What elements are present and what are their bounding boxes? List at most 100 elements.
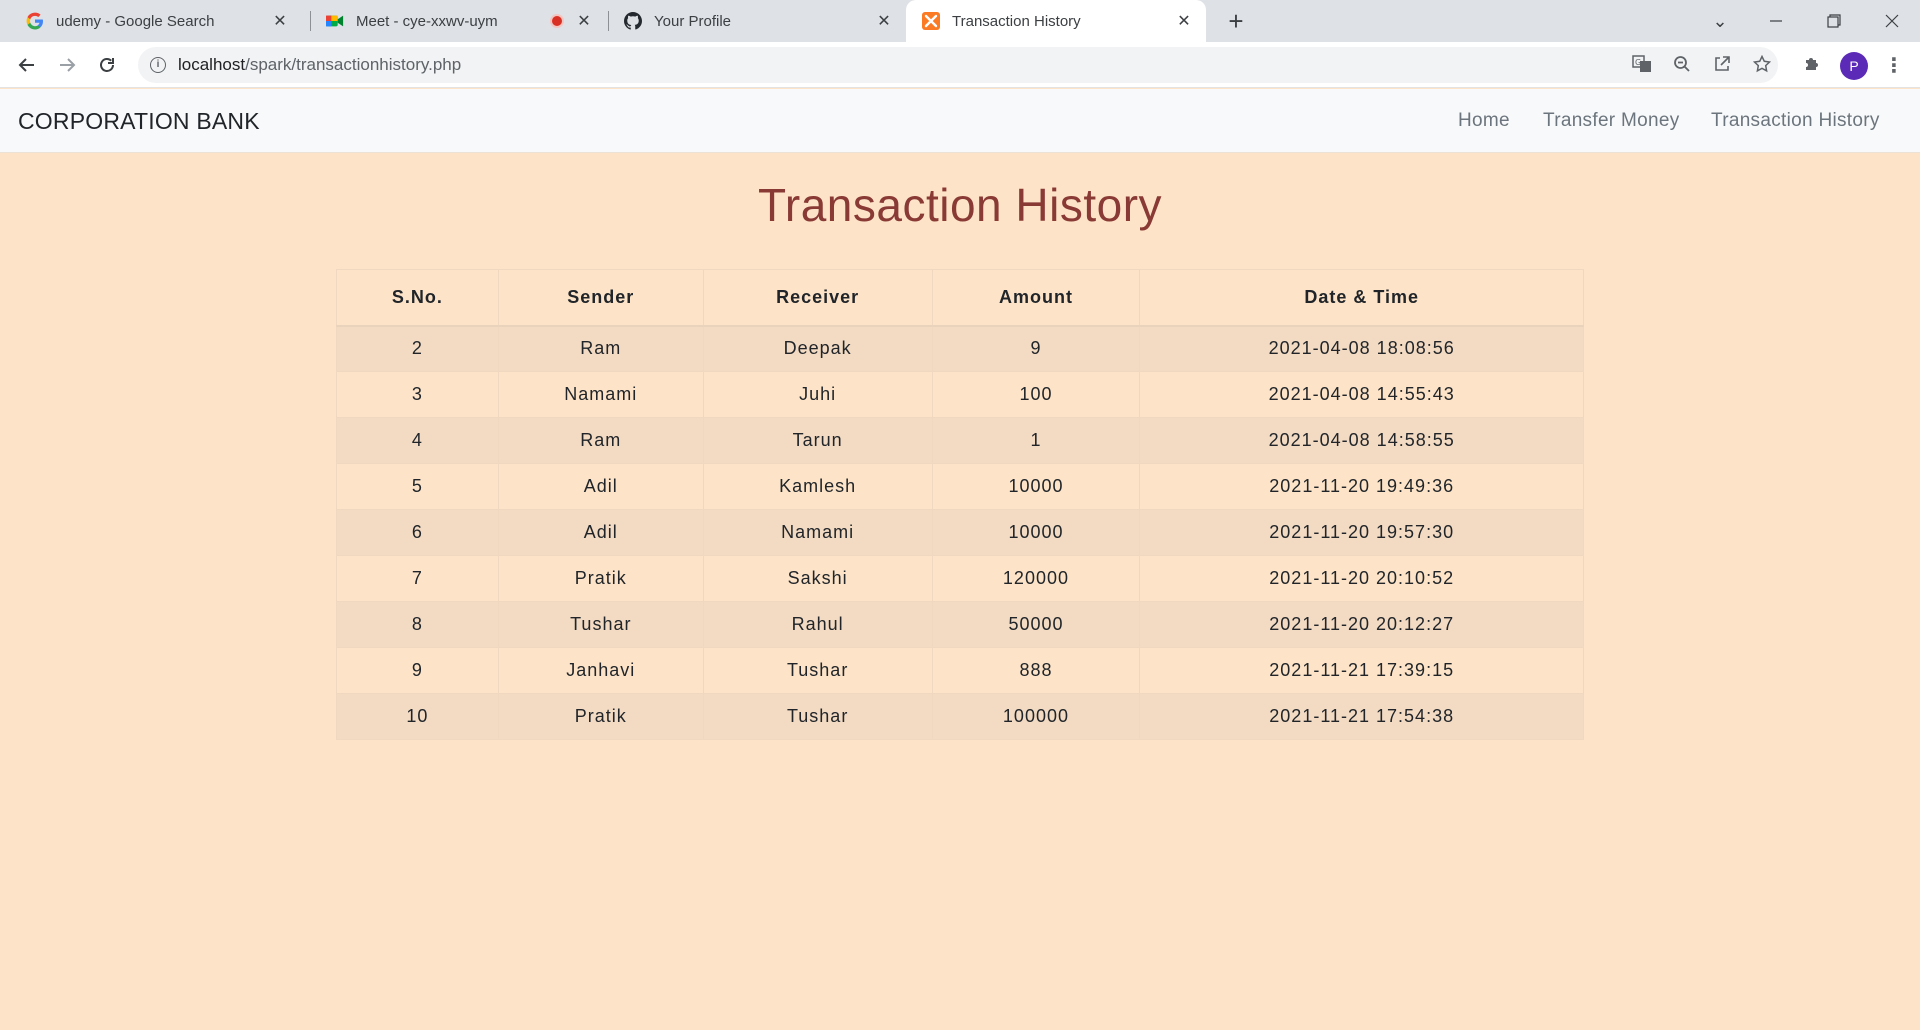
bookmark-star-icon[interactable] [1748, 50, 1776, 78]
cell-amount: 100000 [931, 693, 1141, 740]
table-row: 10 Pratik Tushar 100000 2021-11-21 17:54:38 [336, 693, 1584, 740]
brand-logo[interactable]: CORPORATION BANK [18, 108, 260, 135]
cell-amount: 10000 [931, 463, 1141, 510]
tab-title: udemy - Google Search [56, 12, 215, 30]
close-window-icon[interactable] [1864, 0, 1920, 42]
tab-title: Meet - cye-xxwv-uym [356, 12, 498, 30]
column-header-amount: Amount [931, 269, 1141, 327]
cell-sender: Tushar [497, 601, 704, 648]
cell-sender: Adil [497, 509, 704, 556]
table-row: 8 Tushar Rahul 50000 2021-11-20 20:12:27 [336, 601, 1584, 648]
menu-kebab-icon[interactable]: ⋮ [1882, 50, 1906, 80]
cell-amount: 100 [931, 371, 1141, 418]
nav-home-link[interactable]: Home [1458, 110, 1510, 132]
tab-meet[interactable]: Meet - cye-xxwv-uym ✕ [300, 0, 606, 42]
column-header-sender: Sender [497, 269, 704, 327]
table-row: 7 Pratik Sakshi 120000 2021-11-20 20:10:52 [336, 555, 1584, 602]
cell-amount: 10000 [931, 509, 1141, 556]
cell-receiver: Tushar [702, 693, 933, 740]
share-icon[interactable] [1708, 50, 1736, 78]
cell-date-time: 2021-11-20 19:49:36 [1139, 463, 1584, 510]
cell-sender: Namami [497, 371, 704, 418]
cell-sno: 9 [336, 647, 499, 694]
forward-arrow-icon[interactable] [52, 50, 82, 80]
cell-date-time: 2021-11-20 19:57:30 [1139, 509, 1584, 556]
tab-your-profile[interactable]: Your Profile ✕ [598, 0, 906, 42]
cell-date-time: 2021-04-08 18:08:56 [1139, 325, 1584, 372]
cell-sender: Ram [497, 325, 704, 372]
tab-google-search[interactable]: udemy - Google Search ✕ [0, 0, 302, 42]
close-icon[interactable]: ✕ [268, 9, 292, 33]
cell-sno: 4 [336, 417, 499, 464]
cell-receiver: Rahul [702, 601, 933, 648]
column-header-sno: S.No. [336, 269, 499, 327]
column-header-date-time: Date & Time [1139, 269, 1584, 327]
cell-date-time: 2021-11-20 20:10:52 [1139, 555, 1584, 602]
close-icon[interactable]: ✕ [572, 9, 596, 33]
page-title: Transaction History [757, 179, 1163, 231]
cell-sno: 3 [336, 371, 499, 418]
cell-date-time: 2021-04-08 14:58:55 [1139, 417, 1584, 464]
extensions-puzzle-icon[interactable] [1798, 50, 1826, 78]
new-tab-button[interactable]: + [1222, 6, 1250, 36]
google-icon [26, 12, 44, 30]
xampp-icon [922, 12, 940, 30]
cell-sender: Ram [497, 417, 704, 464]
cell-sender: Pratik [497, 693, 704, 740]
cell-sno: 5 [336, 463, 499, 510]
cell-sno: 6 [336, 509, 499, 556]
cell-amount: 888 [931, 647, 1141, 694]
meet-icon [326, 12, 344, 30]
cell-date-time: 2021-11-21 17:39:15 [1139, 647, 1584, 694]
nav-transfer-money-link[interactable]: Transfer Money [1543, 110, 1680, 132]
cell-sno: 2 [336, 325, 499, 372]
profile-avatar[interactable]: P [1840, 52, 1868, 80]
cell-amount: 9 [931, 325, 1141, 372]
table-row: 6 Adil Namami 10000 2021-11-20 19:57:30 [336, 509, 1584, 556]
close-icon[interactable]: ✕ [1172, 9, 1196, 33]
cell-sno: 10 [336, 693, 499, 740]
tab-title: Your Profile [654, 12, 731, 30]
cell-receiver: Kamlesh [702, 463, 933, 510]
nav-transaction-history-link[interactable]: Transaction History [1711, 110, 1880, 132]
cell-date-time: 2021-11-21 17:54:38 [1139, 693, 1584, 740]
translate-icon[interactable]: G [1628, 50, 1656, 78]
address-url: localhost/spark/transactionhistory.php [178, 55, 462, 74]
site-info-icon[interactable]: i [150, 57, 166, 73]
table-header-row: S.No. Sender Receiver Amount Date & Time [336, 269, 1584, 327]
tab-transaction-history[interactable]: Transaction History ✕ [906, 0, 1206, 42]
cell-sender: Adil [497, 463, 704, 510]
recording-indicator-icon [550, 14, 564, 28]
cell-amount: 120000 [931, 555, 1141, 602]
cell-receiver: Namami [702, 509, 933, 556]
cell-amount: 50000 [931, 601, 1141, 648]
restore-icon[interactable] [1806, 0, 1862, 42]
zoom-out-icon[interactable] [1668, 50, 1696, 78]
cell-receiver: Sakshi [702, 555, 933, 602]
cell-sno: 7 [336, 555, 499, 602]
browser-tab-strip: udemy - Google Search ✕ Meet - cye-xxwv-… [0, 0, 1920, 42]
cell-receiver: Juhi [702, 371, 933, 418]
cell-date-time: 2021-11-20 20:12:27 [1139, 601, 1584, 648]
cell-sender: Pratik [497, 555, 704, 602]
cell-sender: Janhavi [497, 647, 704, 694]
table-row: 9 Janhavi Tushar 888 2021-11-21 17:39:15 [336, 647, 1584, 694]
cell-date-time: 2021-04-08 14:55:43 [1139, 371, 1584, 418]
svg-text:G: G [1635, 58, 1641, 67]
address-bar[interactable]: i localhost/spark/transactionhistory.php [138, 47, 1778, 83]
minimize-icon[interactable] [1748, 0, 1804, 42]
cell-receiver: Tarun [702, 417, 933, 464]
table-row: 5 Adil Kamlesh 10000 2021-11-20 19:49:36 [336, 463, 1584, 510]
tab-search-chevron-icon[interactable]: ⌄ [1692, 0, 1748, 42]
close-icon[interactable]: ✕ [872, 9, 896, 33]
browser-toolbar: i localhost/spark/transactionhistory.php… [0, 42, 1920, 88]
cell-receiver: Tushar [702, 647, 933, 694]
cell-receiver: Deepak [702, 325, 933, 372]
reload-icon[interactable] [92, 50, 122, 80]
back-arrow-icon[interactable] [12, 50, 42, 80]
table-row: 4 Ram Tarun 1 2021-04-08 14:58:55 [336, 417, 1584, 464]
table-row: 2 Ram Deepak 9 2021-04-08 18:08:56 [336, 325, 1584, 372]
tab-title: Transaction History [952, 12, 1081, 30]
github-icon [624, 12, 642, 30]
transaction-table: S.No. Sender Receiver Amount Date & Time… [336, 269, 1584, 740]
